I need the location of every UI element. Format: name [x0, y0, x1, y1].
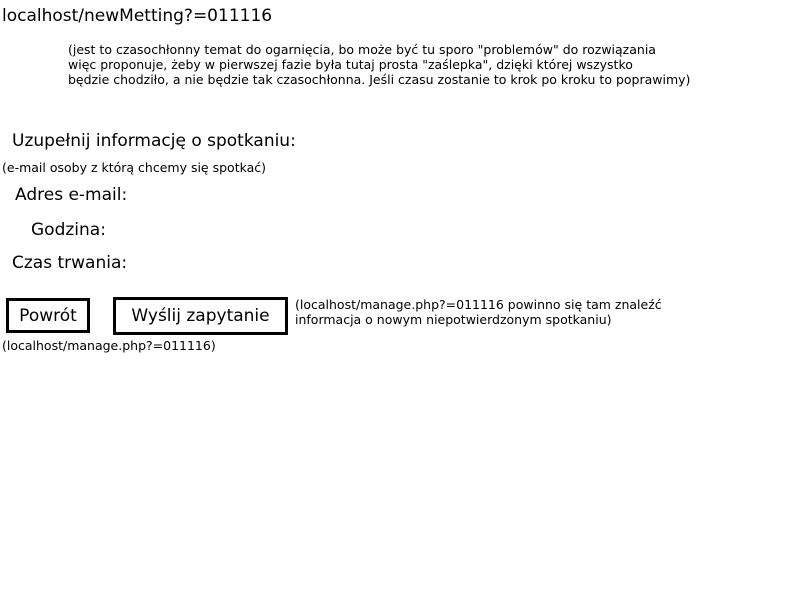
- implementation-note: (jest to czasochłonny temat do ogarnięci…: [68, 42, 690, 87]
- back-target-note: (localhost/manage.php?=011116): [2, 338, 216, 353]
- implementation-note-line: więc proponuje, żeby w pierwszej fazie b…: [68, 57, 633, 72]
- send-request-note: (localhost/manage.php?=011116 powinno si…: [295, 297, 662, 327]
- form-title: Uzupełnij informację o spotkaniu:: [12, 131, 296, 151]
- email-label: Adres e-mail:: [15, 185, 128, 205]
- send-request-note-line: informacja o nowym niepotwierdzonym spot…: [295, 312, 612, 327]
- time-label: Godzina:: [31, 220, 106, 240]
- email-hint: (e-mail osoby z którą chcemy się spotkać…: [2, 160, 267, 175]
- implementation-note-line: będzie chodziło, a nie będzie tak czasoc…: [68, 72, 691, 87]
- send-request-note-line: (localhost/manage.php?=011116 powinno si…: [295, 297, 662, 312]
- implementation-note-line: (jest to czasochłonny temat do ogarnięci…: [68, 42, 656, 57]
- send-request-button[interactable]: Wyślij zapytanie: [113, 297, 288, 335]
- back-button[interactable]: Powrót: [6, 298, 90, 333]
- duration-label: Czas trwania:: [12, 253, 128, 273]
- page-url-title: localhost/newMetting?=011116: [2, 6, 273, 26]
